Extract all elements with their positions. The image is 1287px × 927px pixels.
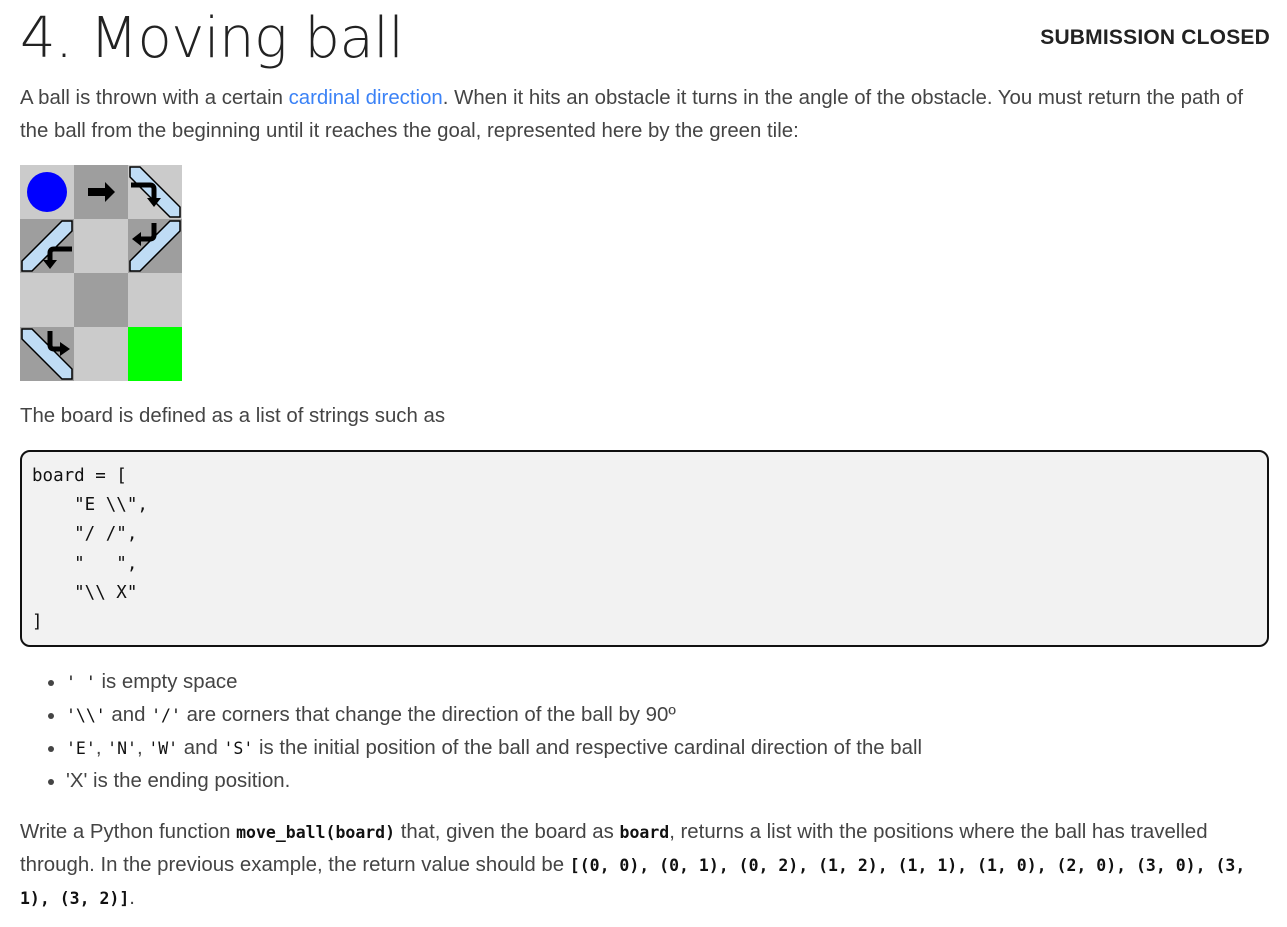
submission-status-badge: SUBMISSION CLOSED	[1040, 26, 1270, 49]
list-item: 'X' is the ending position.	[66, 765, 1270, 798]
board-tile	[74, 165, 128, 219]
page-title: 4. Moving ball	[20, 6, 404, 71]
list-item-text: is the initial position of the ball and …	[253, 737, 923, 759]
board-tile-corner	[128, 165, 182, 219]
arrow-right-icon	[88, 182, 115, 202]
code-block: board = [ "E \\", "/ /", " ", "\\ X" ]	[20, 450, 1269, 647]
inline-code: 'E'	[66, 739, 96, 758]
backslash-corner-icon	[129, 166, 181, 218]
list-item-text: is empty space	[95, 671, 238, 693]
inline-code: '\\'	[66, 706, 106, 725]
task-text: that, given the board as	[395, 821, 620, 843]
list-item: '\\' and '/' are corners that change the…	[66, 699, 1270, 732]
board-tile-start	[20, 165, 74, 219]
inline-code: 'N'	[107, 739, 137, 758]
list-item-text: and	[105, 704, 152, 726]
board-tile	[74, 219, 128, 273]
task-text: .	[129, 887, 135, 909]
backslash-corner-icon	[21, 328, 73, 380]
rules-list: ' ' is empty space '\\' and '/' are corn…	[20, 666, 1270, 798]
inline-code: 'S'	[223, 739, 254, 758]
page-header: 4. Moving ball SUBMISSION CLOSED	[20, 0, 1270, 80]
list-item-text: and	[178, 737, 224, 759]
list-item-text: ,	[95, 737, 108, 759]
task-text: Write a Python function	[20, 821, 237, 843]
board-definition-text: The board is defined as a list of string…	[20, 405, 446, 427]
intro-text-start: A ball is thrown with a certain	[20, 87, 289, 109]
task-paragraph: Write a Python function move_ball(board)…	[20, 816, 1270, 915]
intro-paragraph: A ball is thrown with a certain cardinal…	[20, 82, 1270, 148]
cardinal-direction-link[interactable]: cardinal direction	[289, 87, 443, 109]
inline-code: '/'	[151, 706, 181, 725]
board-tile	[128, 273, 182, 327]
board-tile-corner	[20, 219, 74, 273]
list-item-text: 'X' is the ending position.	[66, 770, 291, 792]
board-tile-corner	[20, 327, 74, 381]
board-tile	[74, 327, 128, 381]
ball-icon	[27, 172, 67, 212]
board-tile	[20, 273, 74, 327]
list-item: ' ' is empty space	[66, 666, 1270, 699]
inline-code: 'W'	[148, 739, 179, 758]
board-tile-corner	[128, 219, 182, 273]
board-illustration	[20, 165, 182, 381]
inline-code: ' '	[66, 673, 96, 692]
board-tile-goal	[128, 327, 182, 381]
slash-corner-icon	[129, 220, 181, 272]
list-item-text: ,	[136, 737, 149, 759]
list-item-text: are corners that change the direction of…	[180, 704, 676, 726]
argument-name: board	[619, 823, 670, 842]
list-item: 'E', 'N', 'W' and 'S' is the initial pos…	[66, 732, 1270, 765]
function-signature: move_ball(board)	[236, 823, 396, 842]
board-tile	[74, 273, 128, 327]
slash-corner-icon	[21, 220, 73, 272]
